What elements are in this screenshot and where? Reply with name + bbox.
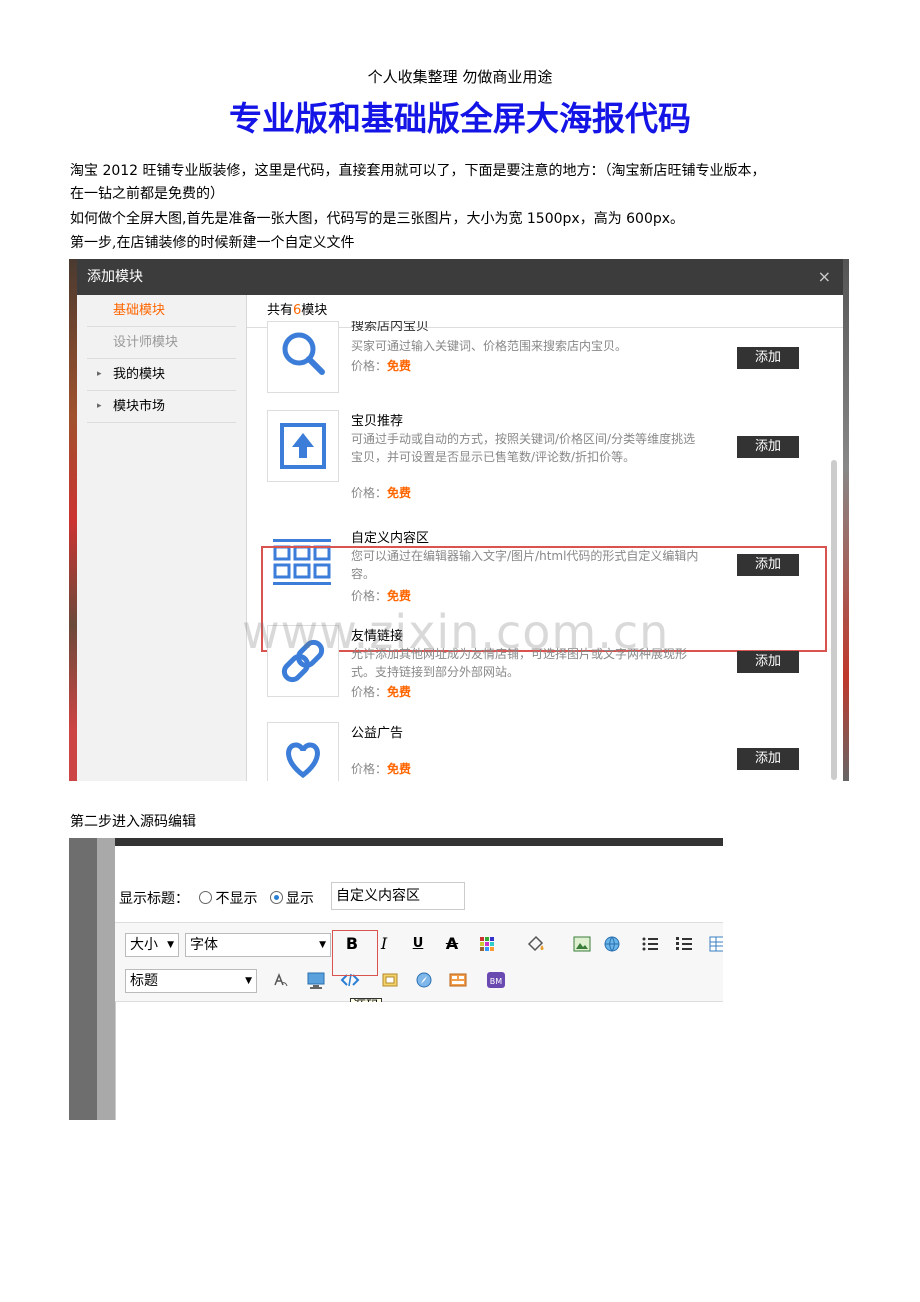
flash-icon[interactable] [379, 969, 401, 991]
price-value: 免费 [387, 486, 412, 500]
title-input[interactable]: 自定义内容区 [331, 882, 465, 910]
price-value: 免费 [387, 359, 412, 373]
dialog-sidebar: 基础模块 设计师模块 ▸ 我的模块 ▸ 模块市场 [77, 295, 247, 781]
editor-toolbar: 大小 ▼ 字体 ▼ B I U A 标题 ▼ BM [115, 922, 723, 1002]
left-border-inner [97, 838, 115, 1120]
price-label: 价格： [351, 685, 388, 699]
add-button[interactable]: 添加 [737, 651, 799, 673]
show-title-label: 显示标题： [119, 891, 189, 907]
price-label: 价格： [351, 762, 388, 776]
sidebar-item-basic[interactable]: 基础模块 [87, 295, 236, 327]
font-select[interactable]: 字体 ▼ [185, 933, 331, 957]
document-title: 专业版和基础版全屏大海报代码 [229, 99, 691, 138]
module-name: 宝贝推荐 [351, 414, 404, 429]
media-icon[interactable] [305, 969, 327, 991]
heading-select-value: 标题 [130, 973, 158, 989]
module-description: 买家可通过输入关键词、价格范围来搜索店内宝贝。 [351, 339, 628, 353]
radio-show[interactable]: 显示 [269, 891, 314, 907]
dialog-header: 添加模块 × [77, 259, 843, 295]
highlight-box [332, 930, 378, 976]
strikethrough-button[interactable]: A [441, 933, 463, 955]
add-button[interactable]: 添加 [737, 436, 799, 458]
radio-circle-icon [199, 891, 213, 904]
module-public-ads: 公益广告 价格：免费 添加 [267, 722, 827, 781]
globe-link-icon[interactable] [601, 933, 623, 955]
clear-format-icon[interactable] [269, 969, 291, 991]
module-description: 可通过手动或自动的方式，按照关键词/价格区间/分类等维度挑选宝贝，并可设置是否显… [351, 432, 696, 464]
left-border [69, 838, 97, 1120]
module-price: 价格：免费 [351, 484, 411, 501]
step-2-text: 第二步进入源码编辑 [70, 814, 196, 830]
expand-arrow-icon: ▸ [97, 369, 102, 379]
size-select[interactable]: 大小 ▼ [125, 933, 179, 957]
add-module-dialog: 添加模块 × 基础模块 设计师模块 ▸ 我的模块 ▸ 模块市场 共有6模块 搜索店内… [77, 259, 843, 781]
radio-hide-label: 不显示 [215, 891, 258, 907]
module-name: 搜索店内宝贝 [351, 321, 430, 334]
chevron-down-icon: ▼ [167, 940, 174, 950]
price-label: 价格： [351, 486, 388, 500]
source-editor-screenshot: 显示标题： 不显示 显示 自定义内容区 大小 ▼ 字体 ▼ B I U A 标题… [69, 838, 723, 1120]
top-border [115, 838, 723, 846]
add-module-screenshot: 添加模块 × 基础模块 设计师模块 ▸ 我的模块 ▸ 模块市场 共有6模块 搜索店内… [69, 259, 849, 781]
numbered-list-icon[interactable] [673, 933, 695, 955]
paragraph-2: 如何做个全屏大图,首先是准备一张大图，代码写的是三张图片，大小为宽 1500px… [70, 211, 685, 227]
sidebar-item-designer[interactable]: 设计师模块 [87, 327, 236, 359]
sidebar-item-label: 我的模块 [113, 367, 166, 382]
header-note: 个人收集整理 勿做商业用途 [367, 68, 553, 86]
dialog-title: 添加模块 [87, 269, 143, 285]
module-price: 价格：免费 [351, 683, 411, 700]
price-value: 免费 [387, 762, 412, 776]
background-strip-right [843, 259, 849, 781]
heart-icon [267, 722, 339, 781]
editor-content-area[interactable] [115, 1002, 723, 1120]
radio-hide[interactable]: 不显示 [199, 891, 257, 907]
size-select-value: 大小 [130, 937, 158, 953]
bullet-list-icon[interactable] [639, 933, 661, 955]
module-name: 公益广告 [351, 726, 404, 741]
chevron-down-icon: ▼ [245, 976, 252, 986]
close-icon[interactable]: × [818, 259, 831, 295]
paragraph-1-line-2: 在一钻之前都是免费的） [70, 186, 224, 202]
underline-button[interactable]: U [407, 933, 429, 955]
step-1-text: 第一步,在店铺装修的时候新建一个自定义文件 [70, 235, 355, 251]
font-color-icon[interactable] [477, 933, 499, 955]
paragraph-1-line-1: 淘宝 2012 旺铺专业版装修，这里是代码，直接套用就可以了，下面是要注意的地方… [70, 163, 766, 179]
module-layout-icon[interactable] [447, 969, 469, 991]
add-button[interactable]: 添加 [737, 347, 799, 369]
safari-icon[interactable] [413, 969, 435, 991]
bm-icon[interactable]: BM [485, 969, 507, 991]
watermark: www.zixin.com.cn [242, 605, 670, 659]
scrollbar[interactable] [831, 460, 837, 780]
module-price: 价格：免费 [351, 760, 411, 777]
sidebar-item-label: 模块市场 [113, 399, 166, 414]
svg-text:BM: BM [490, 977, 502, 986]
upload-arrow-icon [267, 410, 339, 482]
module-recommend: 宝贝推荐 可通过手动或自动的方式，按照关键词/价格区间/分类等维度挑选宝贝，并可… [267, 410, 827, 520]
show-title-row: 显示标题： 不显示 显示 [119, 888, 314, 908]
expand-arrow-icon: ▸ [97, 401, 102, 411]
price-label: 价格： [351, 359, 388, 373]
radio-selected-icon [269, 891, 283, 904]
sidebar-item-market[interactable]: ▸ 模块市场 [87, 391, 236, 423]
module-price: 价格：免费 [351, 357, 411, 374]
search-icon [267, 321, 339, 393]
add-button[interactable]: 添加 [737, 748, 799, 770]
sidebar-item-my-modules[interactable]: ▸ 我的模块 [87, 359, 236, 391]
font-select-value: 字体 [190, 937, 218, 953]
table-icon[interactable] [707, 933, 723, 955]
module-list-panel: 共有6模块 搜索店内宝贝 买家可通过输入关键词、价格范围来搜索店内宝贝。 价格：… [247, 295, 843, 781]
heading-select[interactable]: 标题 ▼ [125, 969, 257, 993]
fill-color-icon[interactable] [525, 933, 547, 955]
module-search: 搜索店内宝贝 买家可通过输入关键词、价格范围来搜索店内宝贝。 价格：免费 添加 [267, 321, 827, 401]
count-prefix: 共有 [267, 303, 294, 318]
price-value: 免费 [387, 685, 412, 699]
module-name: 自定义内容区 [351, 531, 430, 546]
chevron-down-icon: ▼ [319, 940, 326, 950]
background-strip-left [69, 259, 77, 781]
image-icon[interactable] [571, 933, 593, 955]
radio-show-label: 显示 [285, 891, 314, 907]
count-suffix: 模块 [301, 303, 328, 318]
